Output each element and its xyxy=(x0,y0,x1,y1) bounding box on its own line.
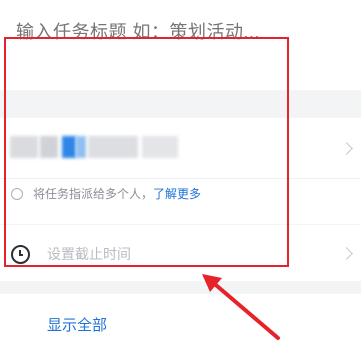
highlight-box xyxy=(4,37,289,267)
red-arrow-annotation xyxy=(202,274,280,340)
show-all-section: 显示全部 xyxy=(0,294,361,342)
chevron-right-icon[interactable] xyxy=(340,142,353,155)
chevron-right-icon xyxy=(340,247,353,260)
show-all-link[interactable]: 显示全部 xyxy=(47,314,107,335)
